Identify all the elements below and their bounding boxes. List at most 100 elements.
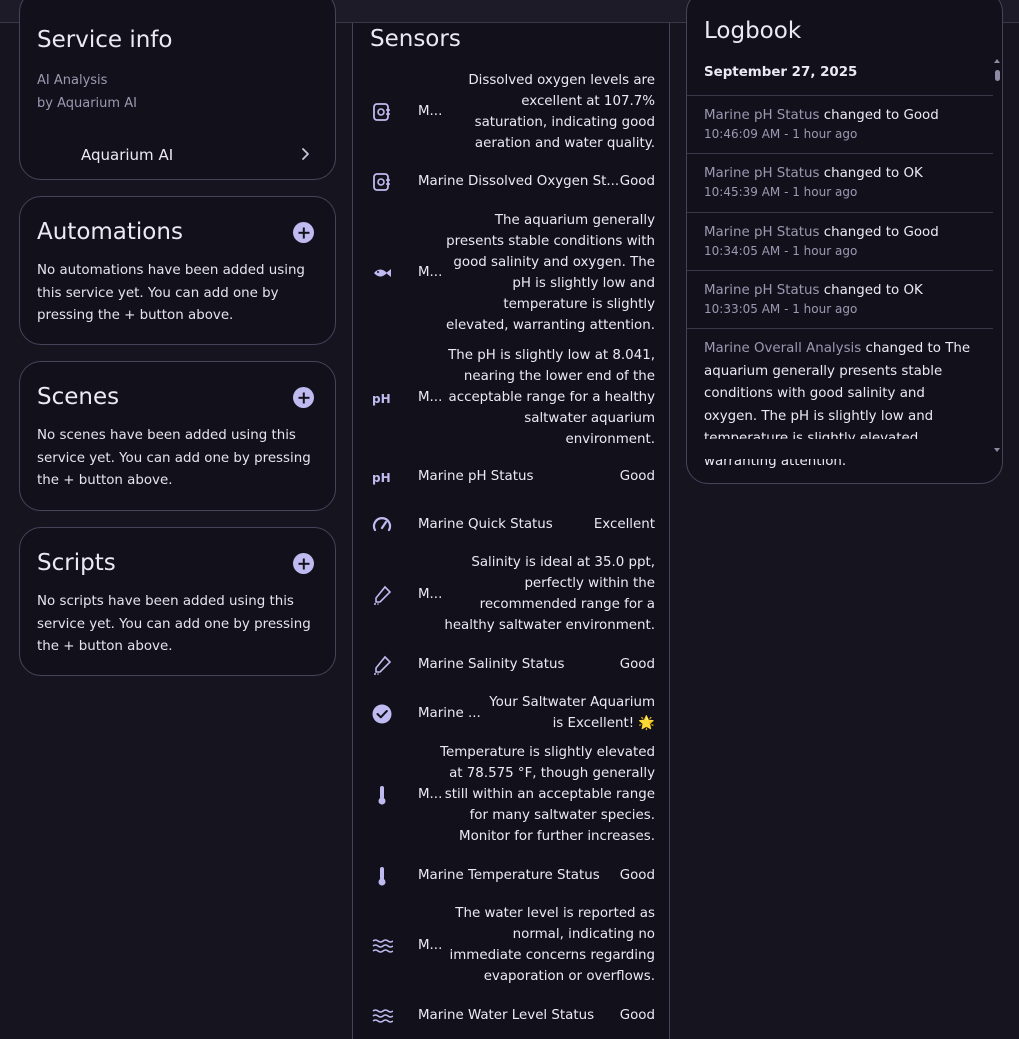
logbook-change-text: changed to OK <box>819 166 923 181</box>
scenes-card: Scenes No scenes have been added using t… <box>19 361 336 511</box>
logbook-entity-link[interactable]: Marine pH Status <box>704 108 819 123</box>
sensor-value: Good <box>619 174 655 189</box>
scroll-up-arrow-icon[interactable] <box>994 59 1000 63</box>
scenes-description: No scenes have been added using this ser… <box>37 428 311 488</box>
logbook-entity-link[interactable]: Marine pH Status <box>704 166 819 181</box>
scenes-title: Scenes <box>37 384 120 410</box>
service-link-label: Aquarium AI <box>81 146 174 164</box>
sensor-row[interactable]: Marine ... Your Saltwater Aquarium is Ex… <box>353 692 671 734</box>
waves-icon <box>372 1009 393 1023</box>
sensor-value: Good <box>619 1008 655 1023</box>
sensor-row[interactable]: pH M... The pH is slightly low at 8.041,… <box>353 345 671 450</box>
sensor-row[interactable]: M... Dissolved oxygen levels are excelle… <box>353 70 671 154</box>
scripts-description: No scripts have been added using this se… <box>37 594 311 654</box>
sensor-row[interactable]: Marine Quick Status Excellent <box>353 513 671 537</box>
logbook-entity-link[interactable]: Marine Overall Analysis <box>704 341 861 356</box>
gauge-icon <box>372 517 392 532</box>
automations-card: Automations No automations have been add… <box>19 196 336 345</box>
sensor-value: Good <box>619 868 655 883</box>
logbook-time: 10:46:09 AM - 1 hour ago <box>704 127 858 141</box>
sensor-value: Your Saltwater Aquarium is Excellent! 🌟 <box>489 695 655 731</box>
logbook-time: 10:45:39 AM - 1 hour ago <box>704 185 858 199</box>
service-info-card: Service info AI Analysis by Aquarium AI … <box>19 0 336 180</box>
sensor-name: M... <box>418 587 443 602</box>
sensor-row[interactable]: Marine Dissolved Oxygen St... Good <box>353 170 671 194</box>
add-script-button[interactable] <box>293 553 314 574</box>
svg-text:pH: pH <box>372 392 391 406</box>
sensor-value: Salinity is ideal at 35.0 ppt, perfectly… <box>444 555 655 633</box>
sensor-row[interactable]: Marine Temperature Status Good <box>353 864 671 888</box>
sensor-name: Marine Dissolved Oxygen St... <box>418 174 620 189</box>
logbook-change-text: changed to Good <box>819 108 939 123</box>
service-manufacturer: by Aquarium AI <box>37 96 137 111</box>
service-model: AI Analysis <box>37 73 108 88</box>
logbook-entity-link[interactable]: Marine pH Status <box>704 283 819 298</box>
thermometer-icon <box>378 786 386 805</box>
sensors-card: Sensors M... Dissolved oxygen levels are… <box>352 23 670 1039</box>
sensor-row[interactable]: M... Salinity is ideal at 35.0 ppt, perf… <box>353 552 671 636</box>
logbook-message: Marine pH Status changed to OK <box>704 280 979 303</box>
sensor-name: M... <box>418 938 443 953</box>
sensor-value: The water level is reported as normal, i… <box>449 906 655 984</box>
chevron-right-icon <box>302 148 309 160</box>
sensor-row[interactable]: Marine Water Level Status Good <box>353 1004 671 1028</box>
sensor-row[interactable]: M... The aquarium generally presents sta… <box>353 210 671 336</box>
sensor-name: Marine Salinity Status <box>418 657 565 672</box>
logbook-entity-link[interactable]: Marine pH Status <box>704 225 819 240</box>
logbook-entry[interactable]: Marine pH Status changed to OK 10:33:05 … <box>687 270 993 328</box>
logbook-entry[interactable]: Marine pH Status changed to Good 10:34:0… <box>687 212 993 270</box>
salinity-icon <box>374 655 392 675</box>
scripts-title: Scripts <box>37 550 116 576</box>
logbook-message: Marine pH Status changed to Good <box>704 105 979 128</box>
logbook-fade <box>687 439 987 459</box>
logbook-time: 10:34:05 AM - 1 hour ago <box>704 244 858 258</box>
sensor-value: Dissolved oxygen levels are excellent at… <box>468 73 655 151</box>
logbook-title: Logbook <box>704 18 802 44</box>
oxygen-icon <box>373 173 390 191</box>
sensor-row[interactable]: M... Temperature is slightly elevated at… <box>353 742 671 847</box>
waves-icon <box>372 939 393 953</box>
scripts-card: Scripts No scripts have been added using… <box>19 527 336 676</box>
logbook-message: Marine pH Status changed to Good <box>704 222 979 245</box>
sensor-name: M... <box>418 265 443 280</box>
sensor-name: Marine Temperature Status <box>418 868 600 883</box>
logbook-scrollbar[interactable] <box>994 59 1000 453</box>
logbook-message: Marine pH Status changed to OK <box>704 163 979 186</box>
sensor-name: Marine ... <box>418 706 481 721</box>
scroll-down-arrow-icon[interactable] <box>994 448 1000 452</box>
sensor-name: Marine pH Status <box>418 469 534 484</box>
add-automation-button[interactable] <box>293 222 314 243</box>
salinity-icon <box>374 585 392 605</box>
sensor-value: Good <box>619 469 655 484</box>
thermometer-icon <box>378 867 386 886</box>
sensor-name: M... <box>418 104 443 119</box>
service-link-row[interactable]: Aquarium AI <box>20 136 335 176</box>
svg-text:pH: pH <box>372 471 391 485</box>
sensor-name: M... <box>418 787 443 802</box>
add-scene-button[interactable] <box>293 387 314 408</box>
sensors-title: Sensors <box>370 26 461 52</box>
sensor-row[interactable]: M... The water level is reported as norm… <box>353 903 671 987</box>
logbook-date: September 27, 2025 <box>704 65 858 80</box>
sensor-value: Excellent <box>593 517 655 532</box>
ph-icon: pH <box>372 471 391 485</box>
sensor-name: Marine Water Level Status <box>418 1008 595 1023</box>
sensor-value: The pH is slightly low at 8.041, nearing… <box>448 348 655 447</box>
logbook-change-text: changed to OK <box>819 283 923 298</box>
sensor-value: Temperature is slightly elevated at 78.5… <box>440 745 655 844</box>
sensor-name: M... <box>418 390 443 405</box>
sensor-row[interactable]: Marine Salinity Status Good <box>353 653 671 677</box>
sensor-value: Good <box>619 657 655 672</box>
fish-icon <box>374 269 391 277</box>
oxygen-icon <box>373 103 390 121</box>
logbook-entry[interactable]: Marine pH Status changed to Good 10:46:0… <box>687 95 993 153</box>
logbook-change-text: changed to Good <box>819 225 939 240</box>
check-circle-icon <box>372 704 392 724</box>
logbook-entry[interactable]: Marine pH Status changed to OK 10:45:39 … <box>687 153 993 212</box>
scroll-thumb[interactable] <box>995 70 1000 81</box>
sensor-row[interactable]: pH Marine pH Status Good <box>353 465 671 489</box>
sensor-name: Marine Quick Status <box>418 517 553 532</box>
logbook-card: Logbook September 27, 2025 Marine pH Sta… <box>686 0 1003 484</box>
automations-description: No automations have been added using thi… <box>37 263 305 323</box>
automations-title: Automations <box>37 219 183 245</box>
